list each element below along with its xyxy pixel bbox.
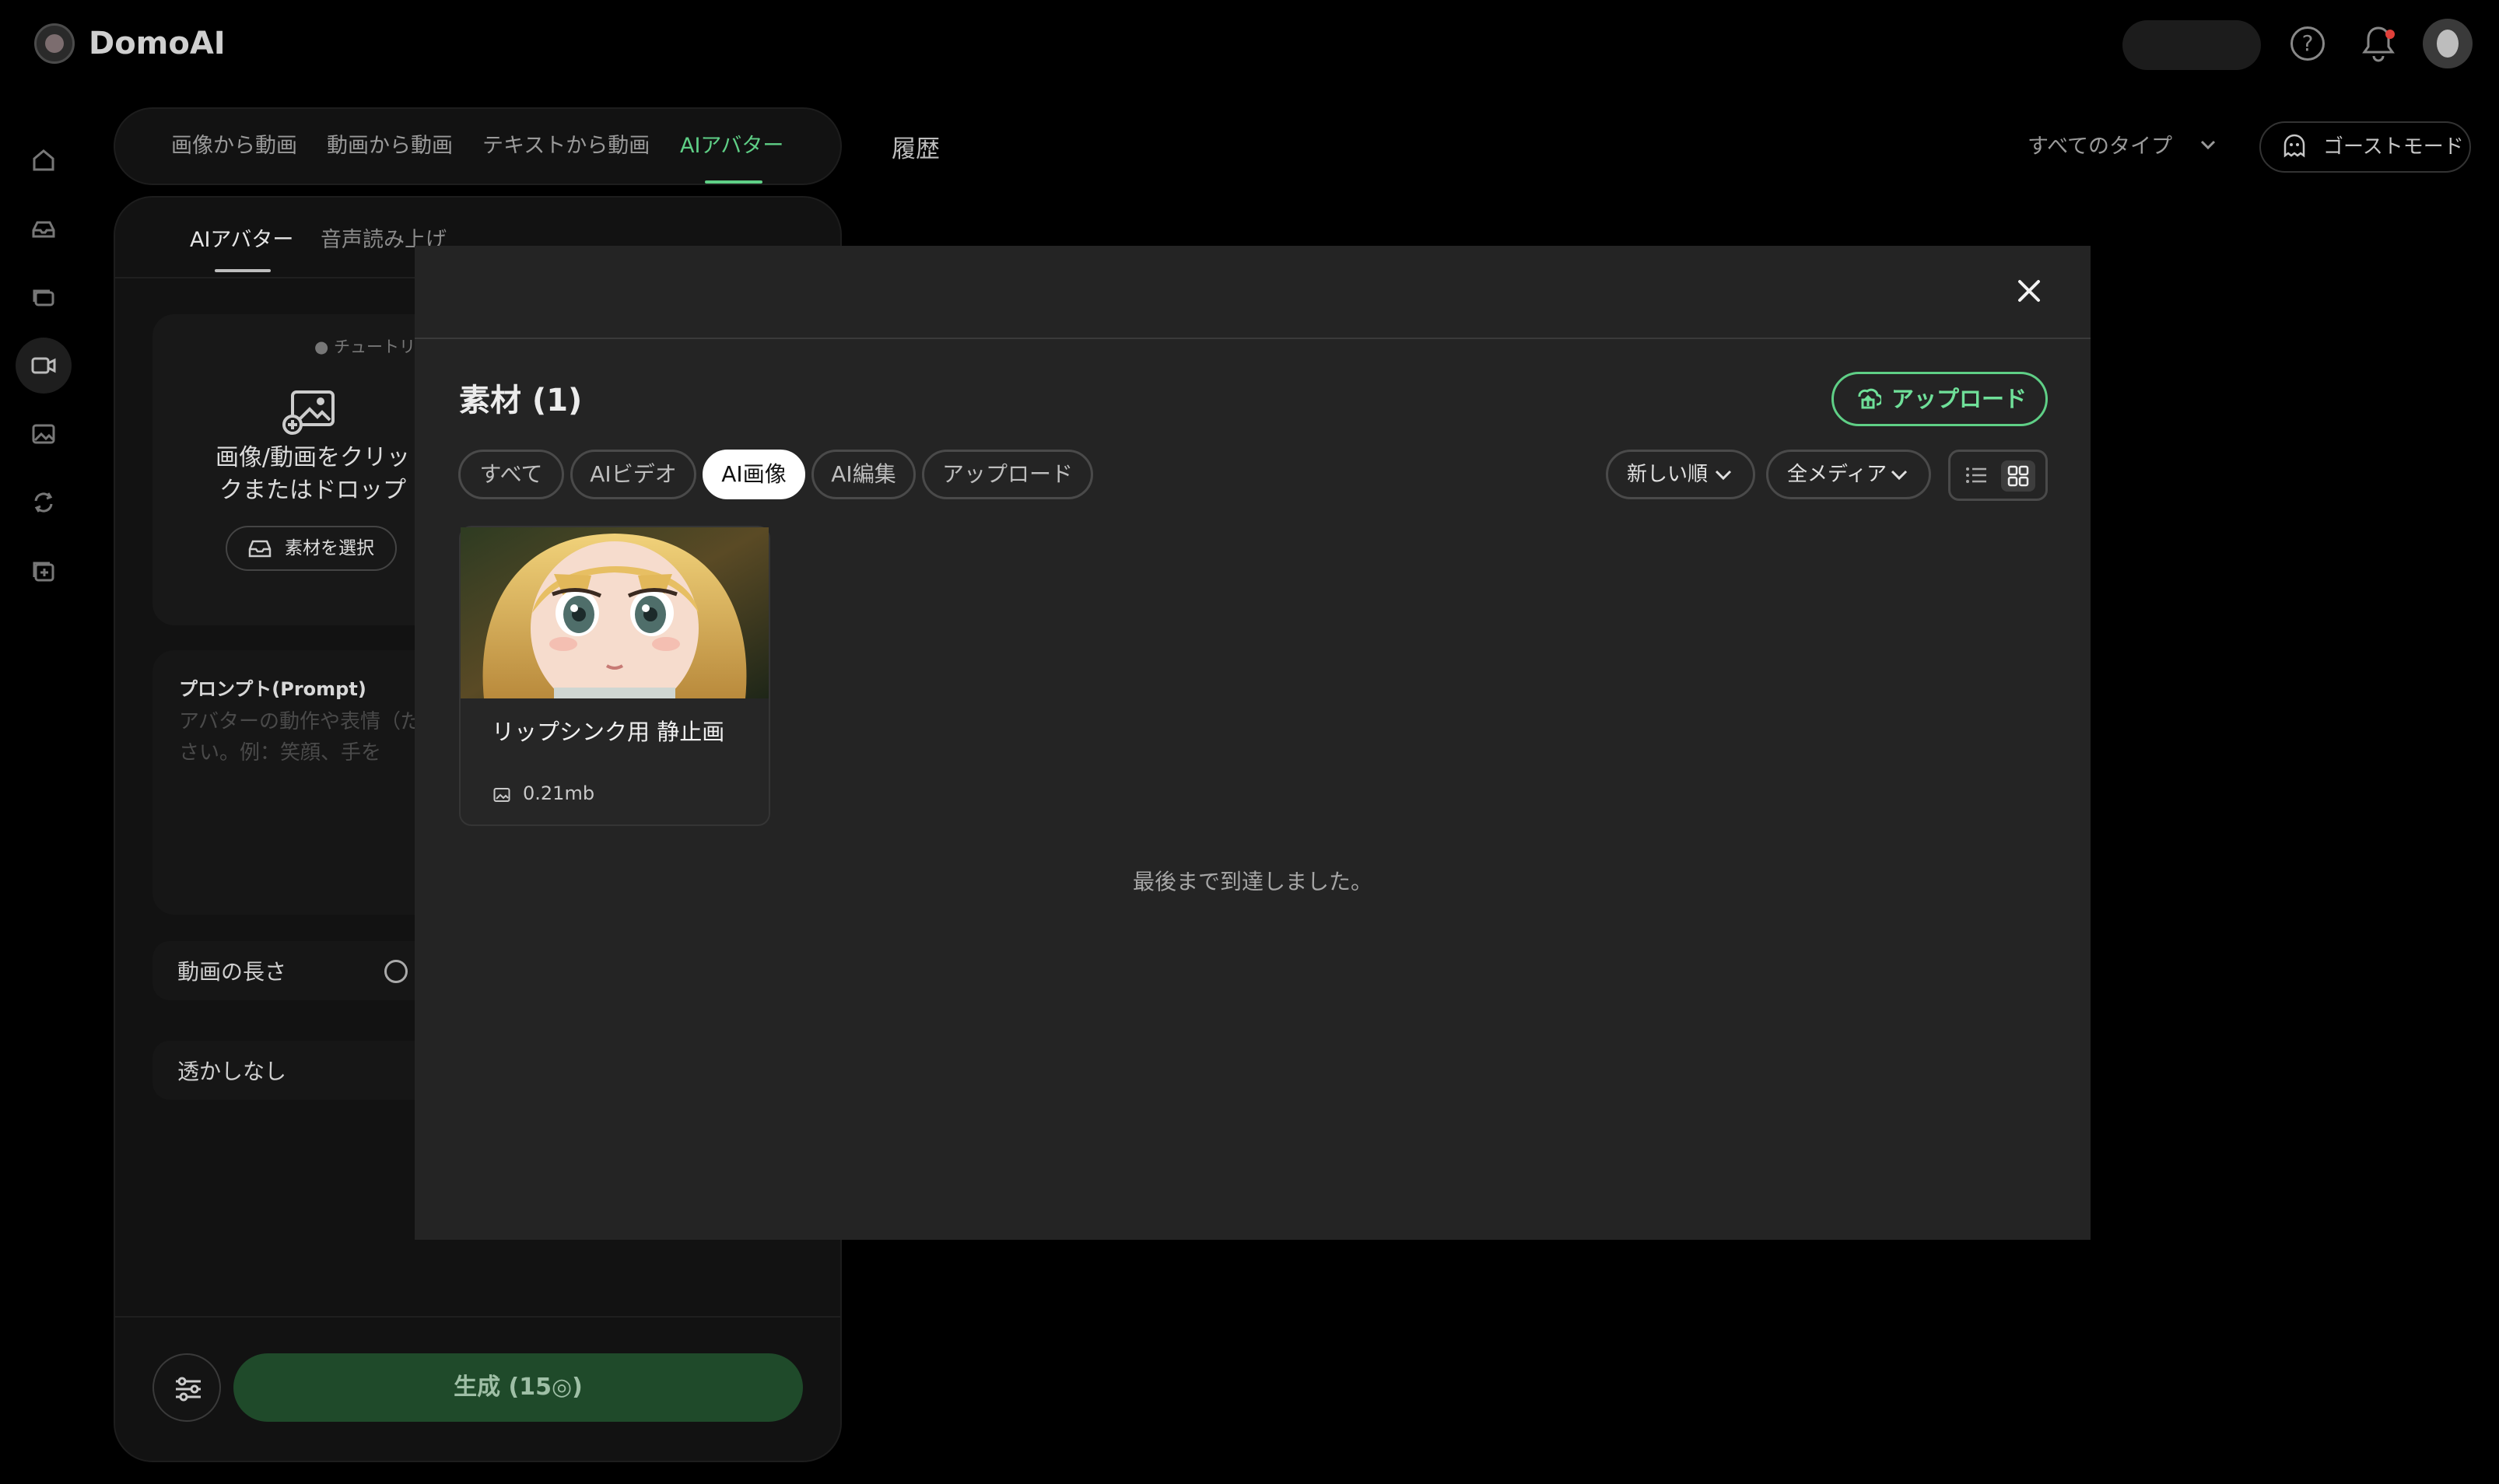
grid-view-icon[interactable] [2007,465,2029,487]
watermark-label: 透かしなし [177,1059,287,1084]
add-square-icon[interactable] [28,555,59,586]
close-icon[interactable] [2015,277,2043,305]
tab-video-to-video[interactable]: 動画から動画 [327,131,453,162]
modal-title: 素材 (1) [459,383,583,418]
inbox-icon[interactable] [28,213,59,244]
notification-badge [2385,30,2395,39]
cloud-upload-icon [1855,386,1881,411]
filter-chip-ai-image[interactable]: AI画像 [703,450,805,499]
video-length-label: 動画の長さ [177,959,287,985]
upload-hint: 画像/動画をクリックまたはドロップ [215,444,411,504]
chevron-down-icon [2199,137,2217,152]
inbox-icon [247,538,272,558]
history-title: 履歴 [892,135,940,163]
divider [115,1316,840,1318]
generate-button[interactable]: 生成 (15◎) [233,1353,803,1422]
filter-chip-ai-video[interactable]: AIビデオ [570,450,696,499]
tab-text-to-video[interactable]: テキストから動画 [482,131,650,162]
clock-icon [384,960,408,983]
filter-chip-upload[interactable]: アップロード [922,450,1093,499]
end-of-list-message: 最後まで到達しました。 [1132,869,1372,894]
chevron-down-icon [1713,467,1733,482]
active-tab-underline [705,180,762,184]
image-add-icon [282,389,338,436]
brand-name: DomoAI [89,26,226,61]
loop-icon[interactable] [28,487,59,518]
tab-ai-avatar[interactable]: AIアバター [680,131,783,162]
filter-chip-all[interactable]: すべて [458,450,564,499]
layers-icon[interactable] [28,282,59,313]
media-title: リップシンク用 静止画 [492,719,725,745]
tab-image-to-video[interactable]: 画像から動画 [171,131,297,162]
ghost-icon [2281,134,2308,159]
type-filter-dropdown[interactable]: すべてのタイプ [2028,129,2172,159]
home-icon[interactable] [28,145,59,176]
credits-pill[interactable] [2122,20,2261,70]
image-icon[interactable] [28,418,59,450]
list-view-icon[interactable] [1964,464,1989,487]
help-icon[interactable]: ? [2290,26,2325,61]
modal-divider [415,338,2091,339]
tutorial-link[interactable]: ● チュートリ [314,334,415,358]
media-thumbnail[interactable] [461,527,769,698]
settings-sliders-icon[interactable] [152,1353,221,1422]
subtab-underline [215,269,271,272]
media-size: 0.21mb [523,782,595,804]
prompt-input[interactable]: アバターの動作や表情（ださい。例：笑顔、手を [179,706,428,768]
video-avatar-icon[interactable] [28,350,59,381]
avatar[interactable] [2423,19,2473,68]
filter-chip-ai-edit[interactable]: AI編集 [811,450,916,499]
subtab-ai-avatar[interactable]: AIアバター [190,222,293,253]
image-icon [493,787,510,803]
chevron-down-icon [1889,467,1909,482]
prompt-label: プロンプト(Prompt) [179,678,366,700]
logo-icon [34,23,75,64]
